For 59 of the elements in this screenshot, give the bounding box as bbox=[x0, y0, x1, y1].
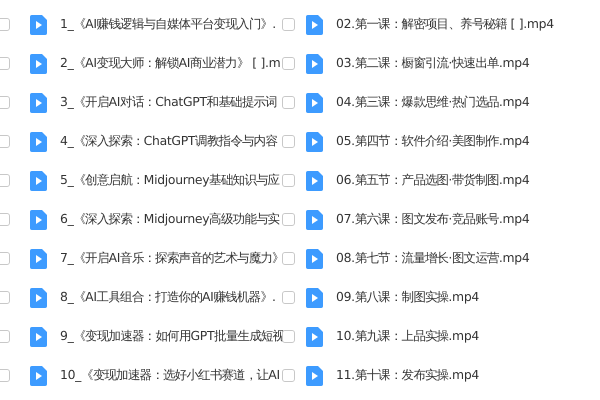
checkbox[interactable] bbox=[282, 57, 295, 70]
file-name[interactable]: 1_《AI赚钱逻辑与自媒体平台变现入门》. bbox=[60, 16, 276, 33]
checkbox[interactable] bbox=[0, 291, 10, 304]
video-file-icon bbox=[306, 92, 323, 112]
file-name[interactable]: 2_《AI变现大师：解锁AI商业潜力》 [ ].m bbox=[60, 55, 280, 72]
checkbox[interactable] bbox=[0, 174, 10, 187]
video-file-icon bbox=[306, 132, 323, 152]
video-file-icon bbox=[306, 288, 323, 308]
checkbox[interactable] bbox=[282, 96, 295, 109]
video-file-icon bbox=[30, 92, 47, 112]
file-name[interactable]: 04.第三课：爆款思维·热门选品.mp4 bbox=[336, 94, 530, 111]
checkbox[interactable] bbox=[282, 291, 295, 304]
checkbox[interactable] bbox=[282, 330, 295, 343]
checkbox[interactable] bbox=[0, 57, 10, 70]
video-file-icon bbox=[306, 14, 323, 34]
checkbox[interactable] bbox=[0, 252, 10, 265]
file-name[interactable]: 7_《开启AI音乐：探索声音的艺术与魔力》 bbox=[60, 250, 284, 267]
checkbox[interactable] bbox=[282, 369, 295, 382]
file-name[interactable]: 4_《深入探索：ChatGPT调教指令与内容 bbox=[60, 133, 278, 150]
file-name[interactable]: 11.第十课：发布实操.mp4 bbox=[336, 367, 479, 384]
file-name[interactable]: 8_《AI工具组合：打造你的AI赚钱机器》. bbox=[60, 289, 276, 306]
file-name[interactable]: 06.第五节：产品选图·带货制图.mp4 bbox=[336, 172, 530, 189]
file-name[interactable]: 03.第二课：橱窗引流·快速出单.mp4 bbox=[336, 55, 530, 72]
video-file-icon bbox=[306, 170, 323, 190]
file-name[interactable]: 5_《创意启航：Midjourney基础知识与应 bbox=[60, 172, 280, 189]
file-name[interactable]: 09.第八课：制图实操.mp4 bbox=[336, 289, 479, 306]
video-file-icon bbox=[306, 326, 323, 346]
file-name[interactable]: 6_《深入探索：Midjourney高级功能与实 bbox=[60, 211, 280, 228]
checkbox[interactable] bbox=[0, 135, 10, 148]
file-name[interactable]: 10_《变现加速器：选好小红书赛道，让AI bbox=[60, 367, 280, 384]
checkbox[interactable] bbox=[282, 174, 295, 187]
video-file-icon bbox=[306, 248, 323, 268]
video-file-icon bbox=[30, 54, 47, 74]
checkbox[interactable] bbox=[282, 18, 295, 31]
video-file-icon bbox=[30, 326, 47, 346]
video-file-icon bbox=[30, 210, 47, 230]
file-name[interactable]: 07.第六课：图文发布·竞品账号.mp4 bbox=[336, 211, 530, 228]
file-name[interactable]: 02.第一课：解密项目、养号秘籍 [ ].mp4 bbox=[336, 16, 554, 33]
video-file-icon bbox=[306, 366, 323, 386]
file-name[interactable]: 08.第七节：流量增长·图文运营.mp4 bbox=[336, 250, 530, 267]
video-file-icon bbox=[30, 170, 47, 190]
video-file-icon bbox=[30, 132, 47, 152]
video-file-icon bbox=[30, 288, 47, 308]
file-name[interactable]: 05.第四节：软件介绍·美图制作.mp4 bbox=[336, 133, 530, 150]
video-file-icon bbox=[306, 210, 323, 230]
checkbox[interactable] bbox=[0, 96, 10, 109]
checkbox[interactable] bbox=[282, 135, 295, 148]
checkbox[interactable] bbox=[0, 213, 10, 226]
file-name[interactable]: 3_《开启AI对话：ChatGPT和基础提示词 bbox=[60, 94, 277, 111]
checkbox[interactable] bbox=[282, 213, 295, 226]
checkbox[interactable] bbox=[0, 369, 10, 382]
checkbox[interactable] bbox=[0, 18, 10, 31]
video-file-icon bbox=[30, 366, 47, 386]
checkbox[interactable] bbox=[282, 252, 295, 265]
video-file-icon bbox=[30, 14, 47, 34]
checkbox[interactable] bbox=[0, 330, 10, 343]
video-file-icon bbox=[306, 54, 323, 74]
file-name[interactable]: 10.第九课：上品实操.mp4 bbox=[336, 328, 479, 345]
video-file-icon bbox=[30, 248, 47, 268]
